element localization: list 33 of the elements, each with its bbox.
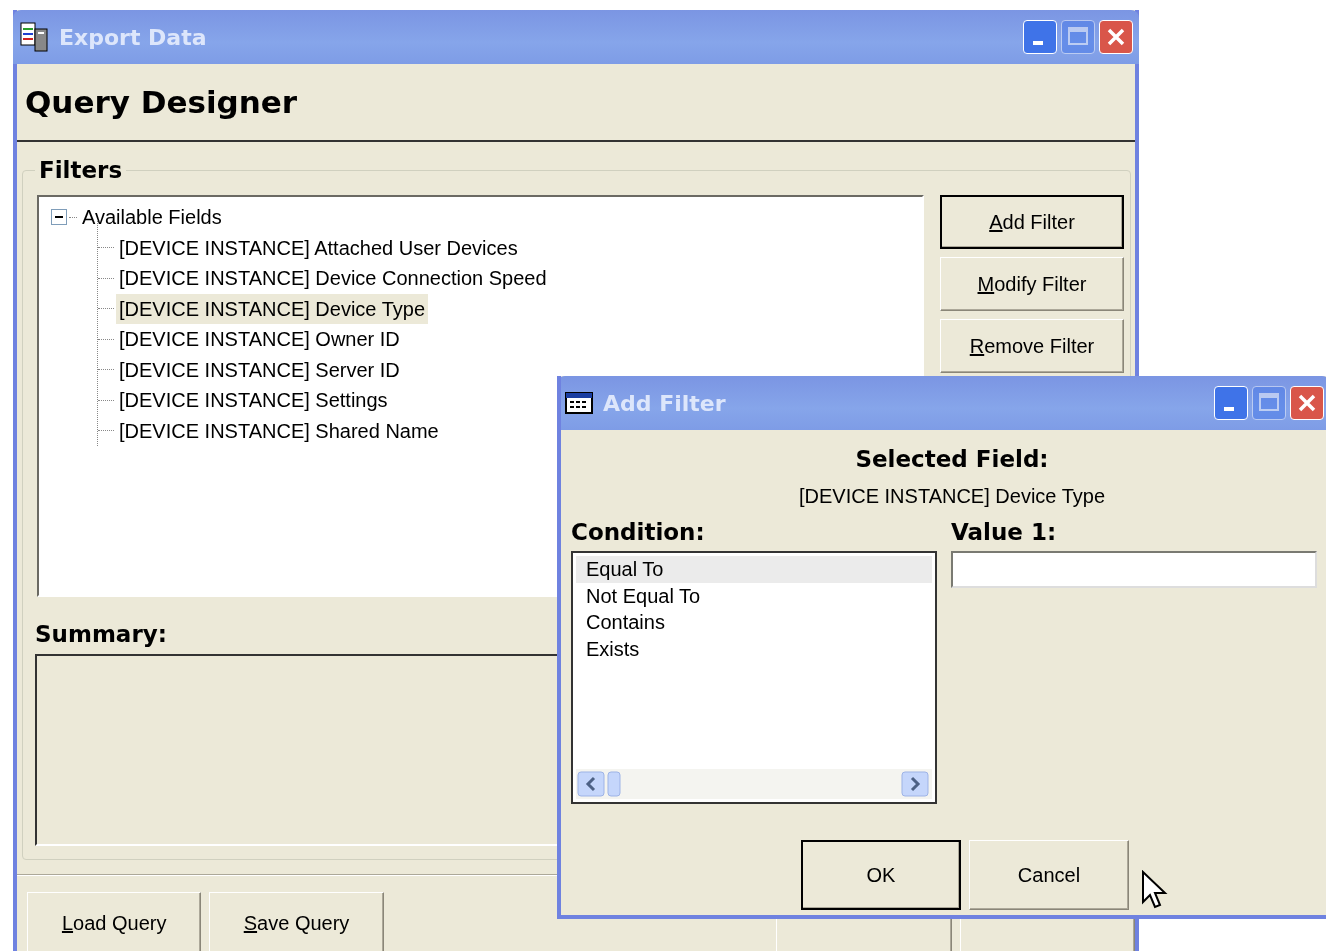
tree-item[interactable]: Available Fields <box>79 202 225 233</box>
dialog-button[interactable]: OK <box>801 840 961 910</box>
field-label: Selected Field: <box>854 445 1050 474</box>
window-title: Add Filter <box>603 389 726 418</box>
condition-list[interactable]: Equal To Not Equal To Contains Exists <box>571 551 937 804</box>
tree-item[interactable]: [DEVICE INSTANCE] Device Connection Speed <box>116 263 550 294</box>
expander-icon[interactable] <box>51 209 67 226</box>
cursor-icon <box>1141 870 1169 910</box>
summary-label: Summary: <box>35 620 167 649</box>
value-input[interactable] <box>951 551 1317 588</box>
tree-item[interactable]: [DEVICE INSTANCE] Server ID <box>116 354 403 385</box>
tree-item[interactable]: [DEVICE INSTANCE] Settings <box>116 385 391 416</box>
tree-item[interactable]: [DEVICE INSTANCE] Device Type <box>116 293 428 324</box>
tree-item[interactable]: [DEVICE INSTANCE] Attached User Devices <box>116 232 521 263</box>
export-icon <box>19 21 51 53</box>
filter-button[interactable]: Modify Filter <box>940 257 1124 311</box>
footer-button[interactable]: Load Query <box>27 892 202 951</box>
dialog-button[interactable]: Cancel <box>969 840 1129 910</box>
condition-label: Condition: <box>571 517 706 547</box>
footer-button[interactable]: Save Query <box>209 892 384 951</box>
window-title: Export Data <box>59 23 207 52</box>
filter-button[interactable]: Remove Filter <box>940 319 1124 373</box>
value-label: Value 1: <box>951 517 1058 547</box>
filter-button[interactable]: Add Filter <box>940 195 1124 249</box>
list-item[interactable]: Equal To <box>576 556 932 583</box>
page-heading: Query Designer <box>25 82 298 122</box>
list-item[interactable]: Not Equal To <box>576 582 932 609</box>
list-item[interactable]: Exists <box>576 635 932 662</box>
selected-field-text: [DEVICE INSTANCE] Device Type <box>798 483 1106 509</box>
horizontal-scrollbar[interactable] <box>576 769 932 799</box>
tree-item[interactable]: [DEVICE INSTANCE] Shared Name <box>116 415 442 446</box>
tree-item[interactable]: [DEVICE INSTANCE] Owner ID <box>116 324 403 355</box>
list-item[interactable]: Contains <box>576 609 932 636</box>
